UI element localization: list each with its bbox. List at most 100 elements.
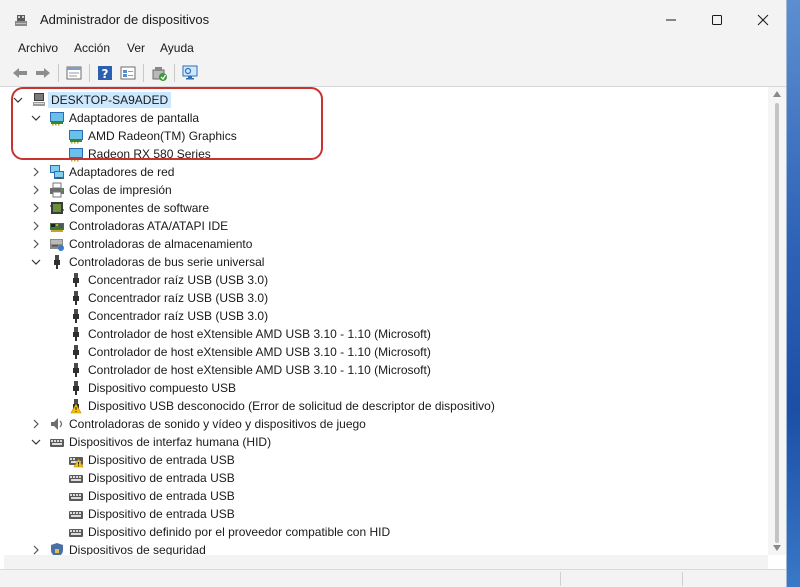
menu-archivo[interactable]: Archivo [18, 41, 58, 55]
tree-category[interactable]: Dispositivos de interfaz humana (HID) [4, 433, 764, 451]
tree-item-label: Dispositivos de seguridad [69, 543, 206, 555]
menu-ver[interactable]: Ver [127, 41, 145, 55]
vertical-scrollbar[interactable] [768, 87, 786, 555]
tree-device[interactable]: Controlador de host eXtensible AMD USB 3… [4, 361, 764, 379]
chevron-down-icon[interactable] [31, 113, 41, 123]
status-cell [0, 572, 561, 586]
tree-category[interactable]: Adaptadores de pantalla [4, 109, 764, 127]
ide-controller-icon [50, 223, 64, 232]
tree-category[interactable]: Controladoras de almacenamiento [4, 235, 764, 253]
tree-device[interactable]: Dispositivo de entrada USB [4, 469, 764, 487]
computer-icon [33, 93, 45, 106]
tree-device[interactable]: Concentrador raíz USB (USB 3.0) [4, 271, 764, 289]
storage-controller-icon [50, 239, 64, 251]
tree-device[interactable]: Controlador de host eXtensible AMD USB 3… [4, 325, 764, 343]
tree-category[interactable]: Controladoras de sonido y vídeo y dispos… [4, 415, 764, 433]
tree-device[interactable]: Controlador de host eXtensible AMD USB 3… [4, 343, 764, 361]
close-icon [757, 14, 769, 26]
display-adapter-icon [69, 130, 83, 144]
printer-icon [50, 182, 64, 198]
tree-item-label: Controlador de host eXtensible AMD USB 3… [88, 345, 431, 359]
tree-item-label: AMD Radeon(TM) Graphics [88, 129, 237, 143]
chevron-right-icon[interactable] [31, 203, 41, 213]
chevron-right-icon[interactable] [31, 419, 41, 429]
minimize-button[interactable] [648, 0, 694, 40]
warning-icon [70, 399, 82, 414]
maximize-button[interactable] [694, 0, 740, 40]
minimize-icon [666, 19, 676, 21]
security-icon [51, 543, 63, 555]
tree-root[interactable]: DESKTOP-SA9ADED [4, 91, 764, 109]
forward-icon[interactable] [34, 64, 52, 82]
chevron-right-icon[interactable] [31, 185, 41, 195]
toolbar-separator [89, 64, 90, 82]
tree-item-label: Controladoras ATA/ATAPI IDE [69, 219, 229, 233]
status-bar [0, 569, 786, 587]
maximize-icon [712, 15, 722, 25]
desktop-wallpaper [786, 0, 800, 587]
chevron-right-icon[interactable] [31, 545, 41, 555]
help-icon[interactable]: ? [96, 64, 114, 82]
tree-item-label: DESKTOP-SA9ADED [48, 92, 172, 108]
properties-icon[interactable] [65, 64, 83, 82]
update-driver-icon[interactable] [150, 64, 168, 82]
horizontal-scrollbar[interactable] [4, 555, 768, 569]
tree-item-label: Colas de impresión [69, 183, 172, 197]
back-icon[interactable] [11, 64, 29, 82]
chevron-right-icon[interactable] [31, 167, 41, 177]
tree-device[interactable]: Radeon RX 580 Series [4, 145, 764, 163]
toolbar: ? [0, 60, 786, 87]
tree-item-label: Controladoras de almacenamiento [69, 237, 253, 251]
hid-icon [69, 493, 83, 501]
toolbar-separator [143, 64, 144, 82]
tree-device[interactable]: Dispositivo USB desconocido (Error de so… [4, 397, 764, 415]
tree-item-label: Dispositivo de entrada USB [88, 471, 235, 485]
device-tree[interactable]: DESKTOP-SA9ADED Adaptadores de pantalla AM… [4, 87, 768, 555]
tree-category[interactable]: Controladoras ATA/ATAPI IDE [4, 217, 764, 235]
tree-device[interactable]: Dispositivo compuesto USB [4, 379, 764, 397]
vertical-scroll-thumb[interactable] [775, 103, 779, 543]
hid-icon [69, 529, 83, 537]
hid-warning-icon [69, 457, 84, 468]
device-view-icon[interactable] [119, 64, 137, 82]
tree-item-label: Controladoras de bus serie universal [69, 255, 265, 269]
speaker-icon [51, 418, 63, 430]
tree-item-label: Concentrador raíz USB (USB 3.0) [88, 309, 269, 323]
tree-device[interactable]: Concentrador raíz USB (USB 3.0) [4, 307, 764, 325]
display-adapter-icon [50, 112, 64, 126]
chevron-down-icon[interactable] [13, 95, 23, 105]
tree-device[interactable]: Dispositivo de entrada USB [4, 505, 764, 523]
tree-device[interactable]: Dispositivo de entrada USB [4, 451, 764, 469]
tree-item-label: Dispositivo definido por el proveedor co… [88, 525, 391, 539]
tree-device[interactable]: Concentrador raíz USB (USB 3.0) [4, 289, 764, 307]
scroll-up-icon[interactable] [773, 91, 781, 97]
tree-item-label: Dispositivos de interfaz humana (HID) [69, 435, 272, 449]
tree-category[interactable]: Colas de impresión [4, 181, 764, 199]
tree-category[interactable]: Dispositivos de seguridad [4, 541, 764, 555]
chevron-down-icon[interactable] [31, 437, 41, 447]
tree-item-label: Componentes de software [69, 201, 210, 215]
menu-bar: Archivo Acción Ver Ayuda [0, 40, 786, 60]
chevron-down-icon[interactable] [31, 257, 41, 267]
chevron-right-icon[interactable] [31, 221, 41, 231]
usb-icon [73, 381, 79, 395]
hid-icon [69, 511, 83, 519]
title-bar: Administrador de dispositivos [0, 0, 786, 40]
scroll-down-icon[interactable] [773, 545, 781, 551]
tree-item-label: Dispositivo de entrada USB [88, 453, 235, 467]
monitor-scan-icon[interactable] [181, 64, 199, 82]
tree-device[interactable]: Dispositivo definido por el proveedor co… [4, 523, 764, 541]
tree-category[interactable]: Controladoras de bus serie universal [4, 253, 764, 271]
tree-device[interactable]: AMD Radeon(TM) Graphics [4, 127, 764, 145]
status-cell [562, 572, 683, 586]
tree-item-label: Adaptadores de pantalla [69, 111, 200, 125]
tree-device[interactable]: Dispositivo de entrada USB [4, 487, 764, 505]
tree-category[interactable]: Adaptadores de red [4, 163, 764, 181]
close-button[interactable] [740, 0, 786, 40]
menu-ayuda[interactable]: Ayuda [160, 41, 194, 55]
tree-item-label: Adaptadores de red [69, 165, 175, 179]
chevron-right-icon[interactable] [31, 239, 41, 249]
tree-category[interactable]: Componentes de software [4, 199, 764, 217]
hid-icon [50, 439, 64, 447]
menu-accion[interactable]: Acción [74, 41, 110, 55]
